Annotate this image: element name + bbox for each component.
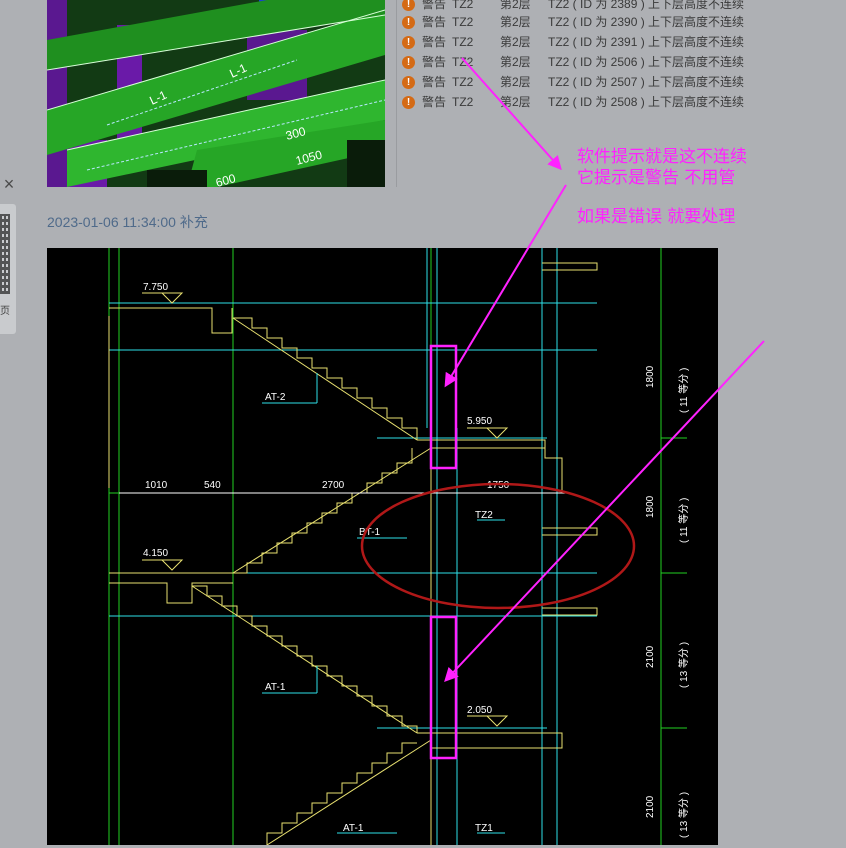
warning-icon: ! — [402, 0, 415, 11]
cad-elevation-label: 5.950 — [467, 416, 492, 427]
warning-floor: 第2层 — [500, 55, 531, 69]
warning-icon: ! — [402, 36, 415, 49]
warning-component: TZ2 — [452, 35, 474, 49]
warning-description: TZ2 ( ID 为 2507 ) 上下层高度不连续 — [548, 75, 745, 89]
cad-drawing: 7.750 AT-2 5.950 1010 540 2700 1750 BT-1… — [108, 248, 690, 845]
model-wall-purple — [47, 0, 67, 187]
warning-icon: ! — [402, 16, 415, 29]
warning-type: 警告 — [422, 55, 447, 69]
cad-side-dimension: 1800 — [645, 365, 656, 388]
warning-row[interactable]: ! 警告 TZ2 第2层 TZ2 ( ID 为 2390 ) 上下层高度不连续 — [400, 12, 840, 32]
warning-description: TZ2 ( ID 为 2506 ) 上下层高度不连续 — [548, 55, 745, 69]
warning-type: 警告 — [422, 15, 447, 29]
cad-side-dimension: ( 13 等分 ) — [677, 642, 690, 688]
annotation-text: 它提示是警告 不用管 — [577, 168, 736, 188]
warning-type: 警告 — [422, 95, 447, 109]
cad-dimension-label: 540 — [204, 480, 221, 491]
warning-description: TZ2 ( ID 为 2508 ) 上下层高度不连续 — [548, 95, 745, 109]
warning-type: 警告 — [422, 35, 447, 49]
post-timestamp: 2023-01-06 11:34:00 补充 — [47, 214, 208, 230]
warning-component: TZ2 — [452, 55, 474, 69]
cad-stair-label: AT-2 — [265, 392, 286, 403]
cad-dimension-label: 2700 — [322, 480, 345, 491]
cad-screenshot[interactable]: 7.750 AT-2 5.950 1010 540 2700 1750 BT-1… — [47, 248, 718, 845]
warning-floor: 第2层 — [500, 75, 531, 89]
annotation-text: 软件提示就是这不连续 — [577, 147, 747, 167]
close-icon[interactable]: × — [0, 174, 18, 194]
qr-code-icon — [0, 214, 10, 294]
annotation-text: 如果是错误 就要处理 — [577, 207, 736, 227]
cad-side-dimension: 2100 — [645, 795, 656, 818]
warning-icon: ! — [402, 56, 415, 69]
cad-stair-label: AT-1 — [343, 823, 364, 834]
warning-type: 警告 — [422, 75, 447, 89]
cad-dimension-label: 1010 — [145, 480, 168, 491]
divider — [396, 0, 397, 187]
cad-dimension-label: 1750 — [487, 480, 510, 491]
cad-side-dimension: ( 13 等分 ) — [677, 792, 690, 838]
warning-row[interactable]: ! 警告 TZ2 第2层 TZ2 ( ID 为 2506 ) 上下层高度不连续 — [400, 52, 840, 72]
cad-stair-label: AT-1 — [265, 682, 286, 693]
warning-component: TZ2 — [452, 15, 474, 29]
warning-floor: 第2层 — [500, 95, 531, 109]
model-screenshot[interactable]: L-1 L-1 300 1050 600 — [47, 0, 385, 187]
warning-icon: ! — [402, 96, 415, 109]
qr-tab-label: 页 — [0, 306, 10, 317]
warning-list: ! 警告 TZ2 第2层 TZ2 ( ID 为 2389 ) 上下层高度不连续 … — [400, 0, 840, 112]
warning-component: TZ2 — [452, 95, 474, 109]
warning-description: TZ2 ( ID 为 2390 ) 上下层高度不连续 — [548, 15, 745, 29]
warning-component: TZ2 — [452, 75, 474, 89]
cad-column-label: TZ2 — [475, 510, 493, 521]
warning-row[interactable]: ! 警告 TZ2 第2层 TZ2 ( ID 为 2508 ) 上下层高度不连续 — [400, 92, 840, 112]
cad-elevation-label: 7.750 — [143, 282, 168, 293]
cad-side-dimension: ( 11 等分 ) — [677, 498, 690, 543]
model-3d-view: L-1 L-1 300 1050 600 — [47, 0, 385, 187]
warning-floor: 第2层 — [500, 35, 531, 49]
cad-side-dimension: ( 11 等分 ) — [677, 368, 690, 413]
qr-code-tab[interactable]: 页 — [0, 204, 16, 334]
cad-side-dimension: 1800 — [645, 495, 656, 518]
warning-description: TZ2 ( ID 为 2391 ) 上下层高度不连续 — [548, 35, 745, 49]
warning-floor: 第2层 — [500, 15, 531, 29]
warning-row[interactable]: ! 警告 TZ2 第2层 TZ2 ( ID 为 2507 ) 上下层高度不连续 — [400, 72, 840, 92]
cad-elevation-label: 2.050 — [467, 705, 492, 716]
cad-stair-label: BT-1 — [359, 527, 381, 538]
cad-side-dimension: 2100 — [645, 645, 656, 668]
cad-column-label: TZ1 — [475, 823, 493, 834]
warning-icon: ! — [402, 76, 415, 89]
warning-row[interactable]: ! 警告 TZ2 第2层 TZ2 ( ID 为 2391 ) 上下层高度不连续 — [400, 32, 840, 52]
page: × 页 L-1 L-1 300 1050 600 ! 警告 TZ2 第2层 TZ… — [0, 0, 846, 848]
cad-elevation-label: 4.150 — [143, 548, 168, 559]
